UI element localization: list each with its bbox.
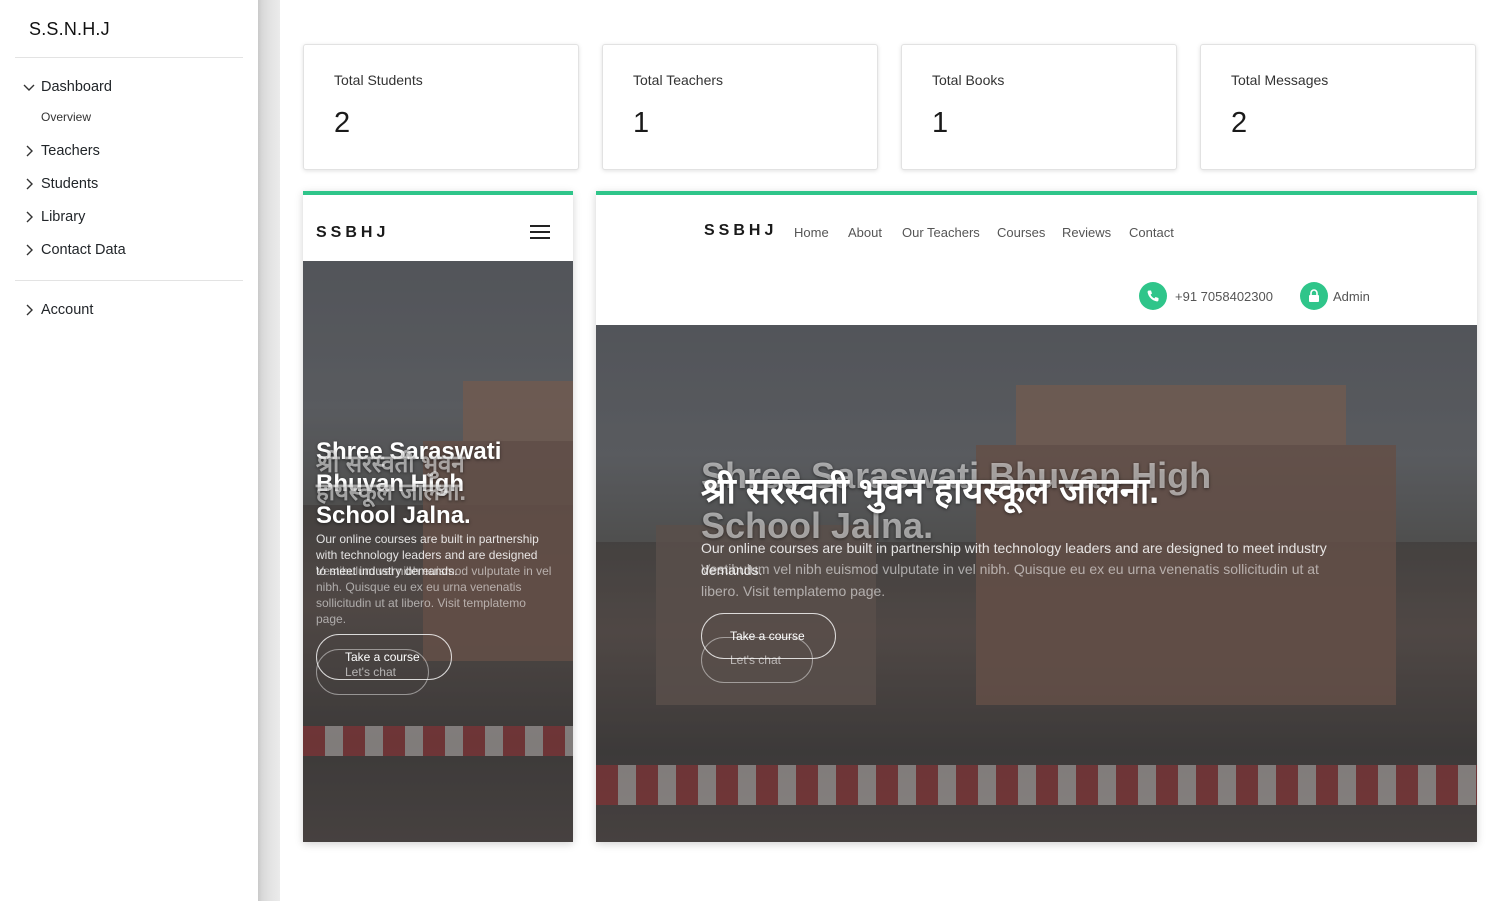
stat-card-books: Total Books 1 — [901, 44, 1177, 170]
stat-card-students: Total Students 2 — [303, 44, 579, 170]
nav-link-home[interactable]: Home — [794, 225, 829, 240]
stat-card-teachers: Total Teachers 1 — [602, 44, 878, 170]
sidebar-item-teachers[interactable]: Teachers — [22, 143, 100, 159]
nav-link-reviews[interactable]: Reviews — [1062, 225, 1111, 240]
hero-description-secondary: Vestibulum vel nibh euismod vulputate in… — [701, 561, 1319, 599]
sidebar-item-dashboard[interactable]: Dashboard — [22, 79, 112, 95]
chevron-right-icon — [26, 145, 33, 157]
hamburger-icon[interactable] — [529, 223, 551, 241]
stat-card-messages: Total Messages 2 — [1200, 44, 1476, 170]
phone-number[interactable]: +91 7058402300 — [1175, 289, 1273, 304]
stat-value: 2 — [334, 107, 351, 139]
sidebar-item-students[interactable]: Students — [22, 176, 98, 192]
sidebar-divider — [15, 280, 243, 281]
stat-label: Total Books — [932, 72, 1005, 88]
stat-value: 1 — [633, 107, 650, 139]
chevron-right-icon — [26, 244, 33, 256]
nav-link-teachers[interactable]: Our Teachers — [902, 225, 980, 240]
sidebar-item-label: Contact Data — [41, 242, 126, 258]
sidebar-subitem-overview[interactable]: Overview — [41, 110, 91, 124]
chevron-down-icon — [23, 84, 35, 91]
sidebar-item-label: Account — [41, 302, 94, 318]
sidebar-item-contact-data[interactable]: Contact Data — [22, 242, 126, 258]
brand-title[interactable]: S.S.N.H.J — [29, 19, 110, 40]
sidebar: S.S.N.H.J Dashboard Overview Teachers St… — [0, 0, 258, 901]
mobile-preview-panel: SSBHJ Shree Saraswati Bhuvan High School… — [303, 191, 573, 842]
hero-description-secondary: Vestibulum vel nibh euismod vulputate in… — [316, 564, 552, 626]
stat-label: Total Teachers — [633, 72, 724, 88]
button-label: Let's chat — [730, 653, 781, 667]
sidebar-item-label: Students — [41, 176, 99, 192]
site-logo[interactable]: SSBHJ — [316, 224, 389, 242]
site-logo[interactable]: SSBHJ — [704, 222, 777, 240]
sidebar-item-library[interactable]: Library — [22, 209, 85, 225]
stat-value: 1 — [932, 107, 949, 139]
stat-value: 2 — [1231, 107, 1248, 139]
chevron-right-icon — [26, 304, 33, 316]
hero-title-hi: श्री सरस्वती भुवन हायस्कूल जालना. — [316, 451, 467, 506]
lock-icon[interactable] — [1300, 282, 1328, 310]
button-label: Let's chat — [345, 665, 396, 679]
sidebar-item-label: Dashboard — [41, 79, 112, 95]
lets-chat-button[interactable]: Let's chat — [316, 649, 429, 695]
sidebar-scrollbar[interactable] — [258, 0, 280, 901]
sidebar-item-account[interactable]: Account — [22, 302, 93, 318]
stat-label: Total Students — [334, 72, 423, 88]
nav-link-courses[interactable]: Courses — [997, 225, 1045, 240]
lets-chat-button[interactable]: Let's chat — [701, 637, 813, 683]
nav-link-about[interactable]: About — [848, 225, 882, 240]
desktop-preview-panel: SSBHJ Home About Our Teachers Courses Re… — [596, 191, 1477, 842]
chevron-right-icon — [26, 211, 33, 223]
sidebar-item-label: Teachers — [41, 143, 100, 159]
sidebar-item-label: Library — [41, 209, 86, 225]
chevron-right-icon — [26, 178, 33, 190]
hero-section: Shree Saraswati Bhuvan High School Jalna… — [303, 261, 573, 842]
stat-label: Total Messages — [1231, 72, 1329, 88]
phone-icon[interactable] — [1139, 282, 1167, 310]
sidebar-divider — [15, 57, 243, 58]
nav-link-contact[interactable]: Contact — [1129, 225, 1174, 240]
admin-link[interactable]: Admin — [1333, 289, 1370, 304]
hero-title-hi: श्री सरस्वती भुवन हायस्कूल जालना. — [701, 470, 1160, 511]
hero-section: Shree Saraswati Bhuvan High School Jalna… — [596, 325, 1477, 842]
